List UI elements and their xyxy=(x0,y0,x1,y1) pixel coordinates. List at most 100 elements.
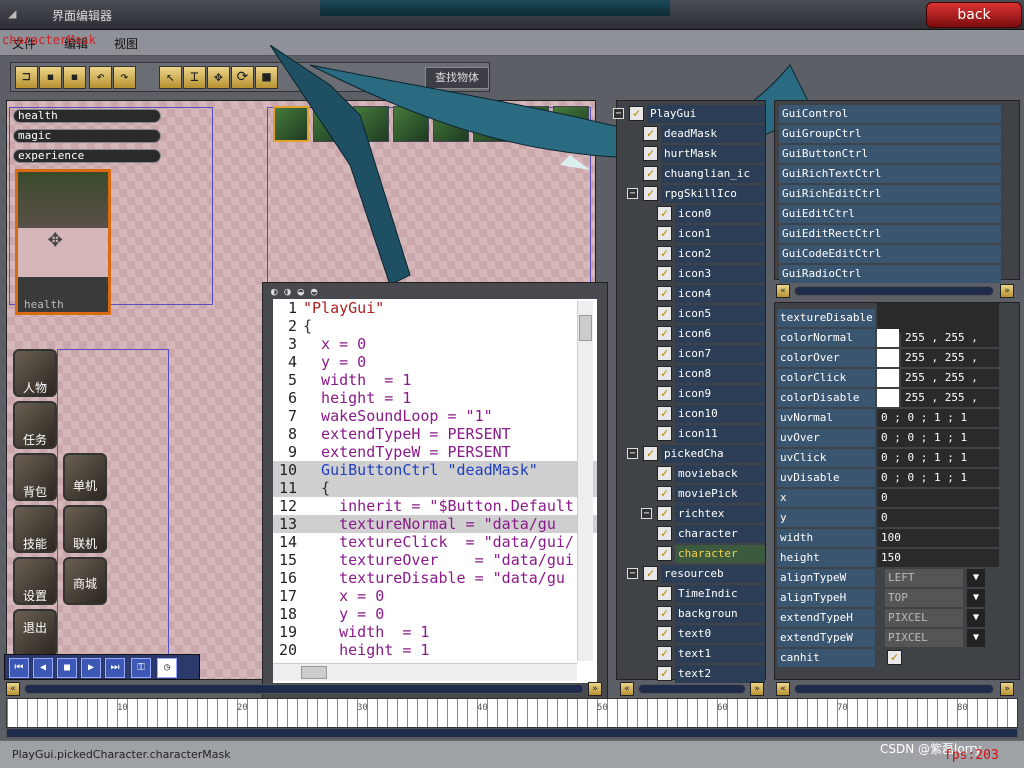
tree-item[interactable]: ✓ movieback xyxy=(617,465,767,483)
visibility-checkbox[interactable]: ✓ xyxy=(657,406,672,421)
tree-item[interactable]: ✓ deadMask xyxy=(617,125,767,143)
online-button[interactable]: 联机 xyxy=(63,505,107,553)
stop-icon[interactable]: ■ xyxy=(57,658,77,678)
control-type-item[interactable]: GuiEditRectCtrl xyxy=(779,225,1001,243)
new-icon[interactable]: ⊐ xyxy=(15,66,38,89)
skill-button[interactable]: 技能 xyxy=(13,505,57,553)
color-swatch[interactable] xyxy=(877,349,899,367)
visibility-checkbox[interactable]: ✓ xyxy=(657,586,672,601)
tree-item[interactable]: ✓ icon6 xyxy=(617,325,767,343)
first-icon[interactable]: ⏮ xyxy=(9,658,29,678)
code-line[interactable]: 19 width = 1 xyxy=(273,623,597,641)
code-line[interactable]: 14 textureClick = "data/gui/ xyxy=(273,533,597,551)
color-swatch[interactable] xyxy=(877,329,899,347)
tree-item[interactable]: − ✓ rpgSkillIco xyxy=(617,185,767,203)
color-swatch[interactable] xyxy=(877,369,899,387)
single-player-button[interactable]: 单机 xyxy=(63,453,107,501)
redo-icon[interactable]: ↷ xyxy=(113,66,136,89)
tree-item[interactable]: ✓ icon4 xyxy=(617,285,767,303)
canvas-hscroll[interactable]: « » xyxy=(6,682,606,696)
code-line[interactable]: 18 y = 0 xyxy=(273,605,597,623)
control-list-hscroll[interactable]: « » xyxy=(776,284,1018,298)
property-value[interactable]: 0 xyxy=(877,489,999,507)
visibility-checkbox[interactable]: ✓ xyxy=(657,486,672,501)
visibility-checkbox[interactable]: ✓ xyxy=(657,226,672,241)
tree-item[interactable]: ✓ text0 xyxy=(617,625,767,643)
collapse-icon[interactable]: − xyxy=(613,108,624,119)
tree-item[interactable]: ✓ text2 xyxy=(617,665,767,683)
control-type-item[interactable]: GuiButtonCtrl xyxy=(779,145,1001,163)
property-select[interactable]: LEFT xyxy=(885,569,963,587)
property-value[interactable]: 0 xyxy=(877,509,999,527)
undo-icon[interactable]: ↶ xyxy=(89,66,112,89)
code-line[interactable]: 20 height = 1 xyxy=(273,641,597,659)
tree-item[interactable]: ✓ icon10 xyxy=(617,405,767,423)
code-line[interactable]: 10 GuiButtonCtrl "deadMask" xyxy=(273,461,597,479)
next-icon[interactable]: ▶ xyxy=(81,658,101,678)
select-arrow-icon[interactable]: ↖ xyxy=(159,66,182,89)
visibility-checkbox[interactable]: ✓ xyxy=(657,306,672,321)
code-line[interactable]: 11 { xyxy=(273,479,597,497)
tree-item[interactable]: ✓ hurtMask xyxy=(617,145,767,163)
visibility-checkbox[interactable]: ✓ xyxy=(657,246,672,261)
quest-button[interactable]: 任务 xyxy=(13,401,57,449)
code-line[interactable]: 15 textureOver = "data/gui xyxy=(273,551,597,569)
tree-item[interactable]: ✓ icon11 xyxy=(617,425,767,443)
property-select[interactable]: PIXCEL xyxy=(885,629,963,647)
tree-item[interactable]: ✓ icon1 xyxy=(617,225,767,243)
rotate-icon[interactable]: ⟳ xyxy=(231,66,254,89)
visibility-checkbox[interactable]: ✓ xyxy=(657,626,672,641)
visibility-checkbox[interactable]: ✓ xyxy=(657,506,672,521)
color-swatch[interactable] xyxy=(877,389,899,407)
code-line[interactable]: 3 x = 0 xyxy=(273,335,597,353)
character-portrait-frame[interactable]: ✥ health xyxy=(15,169,111,315)
control-type-item[interactable]: GuiGroupCtrl xyxy=(779,125,1001,143)
dropdown-arrow-icon[interactable]: ▼ xyxy=(967,589,985,607)
visibility-checkbox[interactable]: ✓ xyxy=(657,546,672,561)
move-icon[interactable]: ✥ xyxy=(207,66,230,89)
collapse-icon[interactable]: − xyxy=(641,508,652,519)
tree-item[interactable]: − ✓ richtex xyxy=(617,505,767,523)
tree-item[interactable]: ✓ icon3 xyxy=(617,265,767,283)
visibility-checkbox[interactable]: ✓ xyxy=(657,326,672,341)
visibility-checkbox[interactable]: ✓ xyxy=(657,526,672,541)
visibility-checkbox[interactable]: ✓ xyxy=(657,426,672,441)
property-value[interactable]: 255 , 255 , xyxy=(901,389,999,407)
property-value[interactable]: 255 , 255 , xyxy=(901,329,999,347)
visibility-checkbox[interactable]: ✓ xyxy=(643,186,658,201)
code-hscroll[interactable] xyxy=(273,663,577,681)
property-value[interactable]: 0 ; 0 ; 1 ; 1 xyxy=(877,449,999,467)
control-type-item[interactable]: GuiControl xyxy=(779,105,1001,123)
save-all-icon[interactable]: ▪ xyxy=(63,66,86,89)
window-menu-icon[interactable]: ◢ xyxy=(8,6,16,22)
control-type-item[interactable]: GuiRadioCtrl xyxy=(779,265,1001,283)
code-line[interactable]: 2{ xyxy=(273,317,597,335)
tree-item[interactable]: ✓ backgroun xyxy=(617,605,767,623)
property-hscroll[interactable]: « » xyxy=(776,682,1018,696)
tree-item[interactable]: ✓ character xyxy=(617,525,767,543)
visibility-checkbox[interactable]: ✓ xyxy=(629,106,644,121)
visibility-checkbox[interactable]: ✓ xyxy=(643,446,658,461)
code-line[interactable]: 5 width = 1 xyxy=(273,371,597,389)
exit-button[interactable]: 退出 xyxy=(13,609,57,657)
control-type-item[interactable]: GuiRichEditCtrl xyxy=(779,185,1001,203)
timeline-ruler[interactable]: 10 20 30 40 50 60 70 80 xyxy=(6,698,1018,728)
collapse-icon[interactable]: − xyxy=(627,568,638,579)
bag-button[interactable]: 背包 xyxy=(13,453,57,501)
collapse-icon[interactable]: − xyxy=(627,448,638,459)
select-text-icon[interactable]: ⌶ xyxy=(183,66,206,89)
visibility-checkbox[interactable]: ✓ xyxy=(657,366,672,381)
property-value[interactable]: 255 , 255 , xyxy=(901,349,999,367)
code-line[interactable]: 4 y = 0 xyxy=(273,353,597,371)
code-line[interactable]: 9 extendTypeW = PERSENT xyxy=(273,443,597,461)
back-button[interactable]: back xyxy=(926,2,1022,28)
settings-button[interactable]: 设置 xyxy=(13,557,57,605)
visibility-checkbox[interactable]: ✓ xyxy=(657,606,672,621)
tree-item[interactable]: ✓ icon7 xyxy=(617,345,767,363)
property-select[interactable]: TOP xyxy=(885,589,963,607)
save-icon[interactable]: ▪ xyxy=(39,66,62,89)
tree-item[interactable]: ✓ moviePick xyxy=(617,485,767,503)
control-type-item[interactable]: GuiCodeEditCtrl xyxy=(779,245,1001,263)
code-line[interactable]: 6 height = 1 xyxy=(273,389,597,407)
visibility-checkbox[interactable]: ✓ xyxy=(657,386,672,401)
